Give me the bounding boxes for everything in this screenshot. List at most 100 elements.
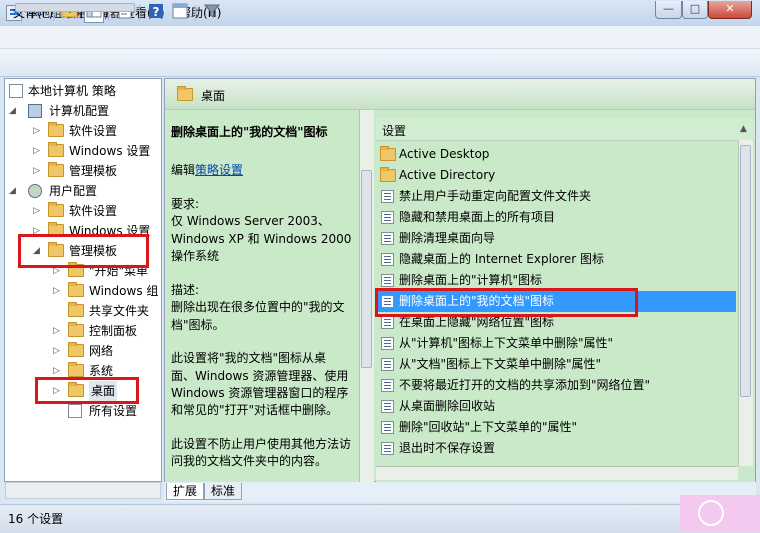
status-text: 16 个设置 xyxy=(8,512,64,526)
tree-item-root[interactable]: 本地计算机 策略 xyxy=(9,81,159,101)
chevron-right-icon[interactable]: ▷ xyxy=(33,161,43,181)
tree-label: 本地计算机 策略 xyxy=(28,84,116,98)
maximize-button[interactable]: □ xyxy=(682,1,708,19)
list-item-label: 不要将最近打开的文档的共享添加到"网络位置" xyxy=(399,378,651,392)
policy-setting-icon xyxy=(381,253,394,266)
policy-setting-icon xyxy=(381,358,394,371)
details-header-title: 桌面 xyxy=(201,89,226,103)
list-item-label: 隐藏桌面上的 Internet Explorer 图标 xyxy=(399,252,605,266)
list-item[interactable]: 隐藏桌面上的 Internet Explorer 图标 xyxy=(378,249,736,270)
export-list-icon[interactable] xyxy=(170,3,190,23)
tree-label: 用户配置 xyxy=(49,184,98,198)
annotation-box-selected-setting xyxy=(375,288,638,317)
tree-label: 管理模板 xyxy=(69,164,118,178)
watermark-logo-icon xyxy=(698,500,724,526)
list-item[interactable]: Active Desktop xyxy=(378,144,736,165)
close-button[interactable]: ✕ xyxy=(708,1,752,19)
tree-label: 控制面板 xyxy=(89,324,138,338)
chevron-expanded-icon[interactable]: ◢ xyxy=(9,181,19,201)
folder-icon xyxy=(177,86,193,101)
sort-chevron-up-icon: ▲ xyxy=(740,124,747,134)
view-tabs-bar xyxy=(164,482,756,502)
chevron-right-icon[interactable]: ▷ xyxy=(53,281,63,301)
tree-item-user-config[interactable]: ◢ 用户配置 xyxy=(9,181,159,201)
scrollbar-thumb[interactable] xyxy=(15,3,135,12)
list-item-label: 从"计算机"图标上下文菜单中删除"属性" xyxy=(399,336,614,350)
tree-horizontal-scrollbar[interactable] xyxy=(5,482,161,499)
list-item[interactable]: 删除清理桌面向导 xyxy=(378,228,736,249)
minimize-button[interactable]: — xyxy=(655,1,682,19)
folder-icon xyxy=(48,142,64,157)
tab-extended[interactable]: 扩展 xyxy=(166,483,205,500)
list-item[interactable]: 不要将最近打开的文档的共享添加到"网络位置" xyxy=(378,375,736,396)
annotation-box-admin-templates xyxy=(18,234,149,268)
policy-setting-icon xyxy=(381,211,394,224)
chevron-right-icon[interactable]: ▷ xyxy=(33,141,43,161)
edit-policy-line: 编辑策略设置 xyxy=(171,160,243,180)
chevron-right-icon[interactable]: ▷ xyxy=(33,121,43,141)
computer-icon xyxy=(28,104,42,118)
list-item-label: 从"文档"图标上下文菜单中删除"属性" xyxy=(399,357,602,371)
tab-standard[interactable]: 标准 xyxy=(204,483,243,500)
policy-setting-icon xyxy=(381,421,394,434)
policy-setting-icon xyxy=(381,400,394,413)
tree-item-all-settings[interactable]: 所有设置 xyxy=(9,401,159,421)
settings-list-icon xyxy=(68,404,82,418)
policy-document-icon xyxy=(9,84,23,98)
scrollbar-thumb[interactable] xyxy=(361,170,372,368)
list-column-header[interactable] xyxy=(376,118,755,141)
toolbar-separator xyxy=(195,5,196,21)
users-icon xyxy=(28,184,42,198)
list-item[interactable]: 禁止用户手动重定向配置文件文件夹 xyxy=(378,186,736,207)
tree-label: 软件设置 xyxy=(69,204,118,218)
tree-item-computer-config[interactable]: ◢ 计算机配置 xyxy=(9,101,159,121)
tree-item-shared-folders[interactable]: 共享文件夹 xyxy=(9,301,159,321)
tree-item-cc-admin[interactable]: ▷ 管理模板 xyxy=(9,161,159,181)
tree-item-windows-components[interactable]: ▷ Windows 组 xyxy=(9,281,159,301)
list-horizontal-scrollbar[interactable] xyxy=(376,466,738,480)
help-icon[interactable]: ? xyxy=(146,3,166,23)
policy-setting-icon xyxy=(381,190,394,203)
list-item-label: 从桌面删除回收站 xyxy=(399,399,496,413)
description-line: 和常见的"打开"对话框中删除。 xyxy=(171,403,339,417)
tree-label: 共享文件夹 xyxy=(89,304,150,318)
edit-prefix: 编辑 xyxy=(171,163,196,177)
tree-label: 所有设置 xyxy=(89,404,138,418)
policy-setting-icon xyxy=(381,337,394,350)
list-item[interactable]: 隐藏和禁用桌面上的所有项目 xyxy=(378,207,736,228)
chevron-right-icon[interactable]: ▷ xyxy=(33,201,43,221)
description-line: 问我的文档文件夹中的内容。 xyxy=(171,454,328,468)
tree-label: 计算机配置 xyxy=(49,104,110,118)
policy-setting-icon xyxy=(381,442,394,455)
details-header xyxy=(165,79,755,110)
folder-icon xyxy=(48,122,64,137)
requirements-line: 仅 Windows Server 2003、 xyxy=(171,214,330,228)
tree-label: Windows 设置 xyxy=(69,144,151,158)
scrollbar-thumb[interactable] xyxy=(740,145,751,397)
chevron-right-icon[interactable]: ▷ xyxy=(53,341,63,361)
list-item-label: 删除清理桌面向导 xyxy=(399,231,496,245)
tree-item-cc-software[interactable]: ▷ 软件设置 xyxy=(9,121,159,141)
tree-item-control-panel[interactable]: ▷ 控制面板 xyxy=(9,321,159,341)
chevron-right-icon[interactable]: ▷ xyxy=(53,321,63,341)
list-item[interactable]: 从"计算机"图标上下文菜单中删除"属性" xyxy=(378,333,736,354)
tree-item-cc-windows[interactable]: ▷ Windows 设置 xyxy=(9,141,159,161)
description-line: 此设置将"我的文档"图标从桌 xyxy=(171,351,327,365)
tree-item-network[interactable]: ▷ 网络 xyxy=(9,341,159,361)
policy-setting-icon xyxy=(381,274,394,287)
list-item[interactable]: 退出时不保存设置 xyxy=(378,438,736,459)
list-item[interactable]: 从桌面删除回收站 xyxy=(378,396,736,417)
console-tree[interactable]: 本地计算机 策略 ◢ 计算机配置 ▷ 软件设置 ▷ Windows 设置 ▷ 管… xyxy=(4,78,162,482)
folder-icon xyxy=(380,146,396,161)
list-item[interactable]: 从"文档"图标上下文菜单中删除"属性" xyxy=(378,354,736,375)
chevron-expanded-icon[interactable]: ◢ xyxy=(9,101,19,121)
annotation-box-desktop xyxy=(35,377,139,404)
list-item[interactable]: Active Directory xyxy=(378,165,736,186)
edit-policy-link[interactable]: 策略设置 xyxy=(195,163,243,177)
list-item-label: 删除"回收站"上下文菜单的"属性" xyxy=(399,420,578,434)
filter-icon[interactable] xyxy=(202,3,222,23)
folder-icon xyxy=(68,282,84,297)
description-line: 删除出现在很多位置中的"我的文 xyxy=(171,300,345,314)
tree-item-uc-software[interactable]: ▷ 软件设置 xyxy=(9,201,159,221)
list-item[interactable]: 删除"回收站"上下文菜单的"属性" xyxy=(378,417,736,438)
